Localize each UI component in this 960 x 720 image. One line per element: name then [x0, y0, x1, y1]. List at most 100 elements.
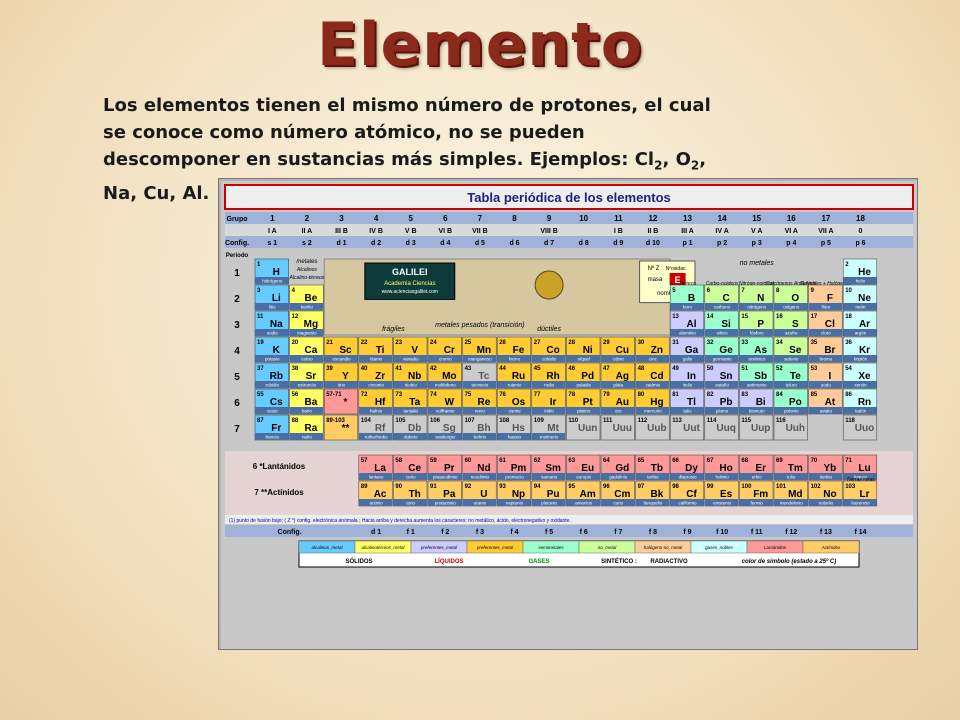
element-Ga-symbol: Ga — [685, 345, 699, 356]
actinide-Lr-z: 103 — [845, 484, 856, 490]
element-Fr-name: francio — [266, 435, 280, 440]
element-Ar-symbol: Ar — [859, 319, 870, 330]
element-Ga-z: 31 — [672, 340, 679, 346]
group-number: 16 — [787, 214, 796, 223]
lanthanide-Pr-symbol: Pr — [444, 463, 455, 474]
element-Y-name: itrio — [338, 383, 346, 388]
actinide-Md-name: mendelevio — [780, 501, 804, 506]
roman-group: VI B — [438, 228, 452, 235]
config-label: s 1 — [267, 240, 277, 247]
lanthanide-Yb-name: iterbio — [820, 475, 833, 480]
element-Ca-z: 20 — [292, 340, 299, 346]
element-S-symbol: S — [792, 319, 799, 330]
element-Db-z: 105 — [395, 418, 406, 424]
lanthanide-Pm-z: 61 — [499, 458, 506, 464]
lanthanide-Nd-symbol: Nd — [477, 463, 490, 474]
element-Ne-symbol: Ne — [858, 293, 871, 304]
label-periodo: Período — [226, 253, 249, 259]
lanthanide-Er-name: erbio — [752, 475, 763, 480]
f-config-label: f 8 — [649, 529, 657, 536]
element-Hs-z: 108 — [499, 418, 510, 424]
element-Nb-name: niobio — [405, 383, 418, 388]
actinide-Fm-z: 100 — [741, 484, 752, 490]
element-Cr-z: 24 — [430, 340, 437, 346]
lanthanide-Nd-z: 60 — [465, 458, 472, 464]
element-Sg-name: seaborgio — [435, 435, 455, 440]
element-F-symbol: F — [827, 293, 833, 304]
element-Cl-z: 17 — [811, 314, 818, 320]
element-Bi-symbol: Bi — [756, 397, 766, 408]
lanthanide-Ce-z: 58 — [395, 458, 402, 464]
element-Bi-z: 83 — [741, 392, 748, 398]
legend-label: preferentes_metal — [476, 545, 514, 550]
element-Hs-name: hassio — [508, 435, 522, 440]
config-label: p 2 — [717, 240, 727, 247]
element-Tc-name: tecnecio — [472, 383, 489, 388]
element-Hs-symbol: Hs — [512, 423, 525, 434]
actinide-No-z: 102 — [811, 484, 822, 490]
roman-group: II A — [302, 228, 313, 235]
element-Bi-name: bismuto — [749, 409, 765, 414]
actinide-Ac-name: actinio — [370, 501, 384, 506]
lanthanide-Gd-name: gadolinio — [609, 475, 628, 480]
lanthanide-Tb-symbol: Tb — [651, 463, 663, 474]
element-Cd-z: 48 — [638, 366, 645, 372]
actinide-Pa-z: 91 — [430, 484, 437, 490]
element-Pd-z: 46 — [568, 366, 575, 372]
element-Co-z: 27 — [534, 340, 541, 346]
lanthanide-Pr-z: 59 — [430, 458, 437, 464]
element-Mn-z: 25 — [465, 340, 472, 346]
actinide-Cm-z: 96 — [603, 484, 610, 490]
element-Au-z: 79 — [603, 392, 610, 398]
element-Ta-z: 73 — [395, 392, 402, 398]
group-number: 6 — [443, 214, 448, 223]
element-Be-symbol: Be — [305, 293, 318, 304]
element-Hg-name: mercurio — [644, 409, 662, 414]
element-Y-z: 39 — [326, 366, 333, 372]
config-label: d 4 — [440, 240, 450, 247]
group-number: 5 — [408, 214, 413, 223]
element-Pb-symbol: Pb — [720, 397, 733, 408]
period-number: 4 — [234, 346, 240, 357]
period-number: 1 — [234, 268, 240, 279]
actinide-No-symbol: No — [823, 489, 836, 500]
actinide-Ac-symbol: Ac — [374, 489, 387, 500]
f-config-label: f 14 — [854, 529, 866, 536]
label-ductiles: dúctiles — [537, 326, 561, 333]
f-config-row — [225, 525, 913, 537]
element-C-symbol: C — [722, 293, 729, 304]
element-Cd-symbol: Cd — [650, 371, 663, 382]
actinide-Cf-z: 98 — [672, 484, 679, 490]
element-B-symbol: B — [688, 293, 695, 304]
element-Ta-name: tantalio — [403, 409, 418, 414]
element-Ag-name: plata — [613, 383, 623, 388]
lanthanide-Dy-z: 66 — [672, 458, 679, 464]
element-Kr-z: 36 — [845, 340, 852, 346]
element-Rb-symbol: Rb — [270, 371, 283, 382]
element-Si-symbol: Si — [721, 319, 731, 330]
roman-group: II B — [647, 228, 658, 235]
actinide-Md-symbol: Md — [788, 489, 802, 500]
element-Se-symbol: Se — [789, 345, 802, 356]
element-Tl-name: talio — [683, 409, 692, 414]
example-o: O — [675, 149, 691, 170]
actinide-Am-z: 95 — [568, 484, 575, 490]
logo-web: www.acienciasgalilei.com — [382, 289, 438, 295]
element-Li-symbol: Li — [272, 293, 281, 304]
roman-group: IV A — [715, 228, 728, 235]
legend-sintetico: SINTÉTICO : — [601, 557, 637, 565]
f-config-label: f 13 — [820, 529, 832, 536]
element-S-name: azufre — [785, 331, 798, 336]
group-number: 13 — [683, 214, 692, 223]
element-Si-z: 14 — [707, 314, 714, 320]
actinide-Lr-symbol: Lr — [860, 489, 870, 500]
legend-label: gases_nobles — [705, 545, 734, 550]
period-number: 2 — [234, 294, 240, 305]
element-V-name: vanadio — [403, 357, 419, 362]
element-Rb-name: rubidio — [266, 383, 280, 388]
element-Nb-symbol: Nb — [408, 371, 421, 382]
element-Ag-z: 47 — [603, 366, 610, 372]
group-number: 7 — [478, 214, 483, 223]
label-config: Config. — [225, 240, 249, 247]
element-Ag-symbol: Ag — [616, 371, 629, 382]
